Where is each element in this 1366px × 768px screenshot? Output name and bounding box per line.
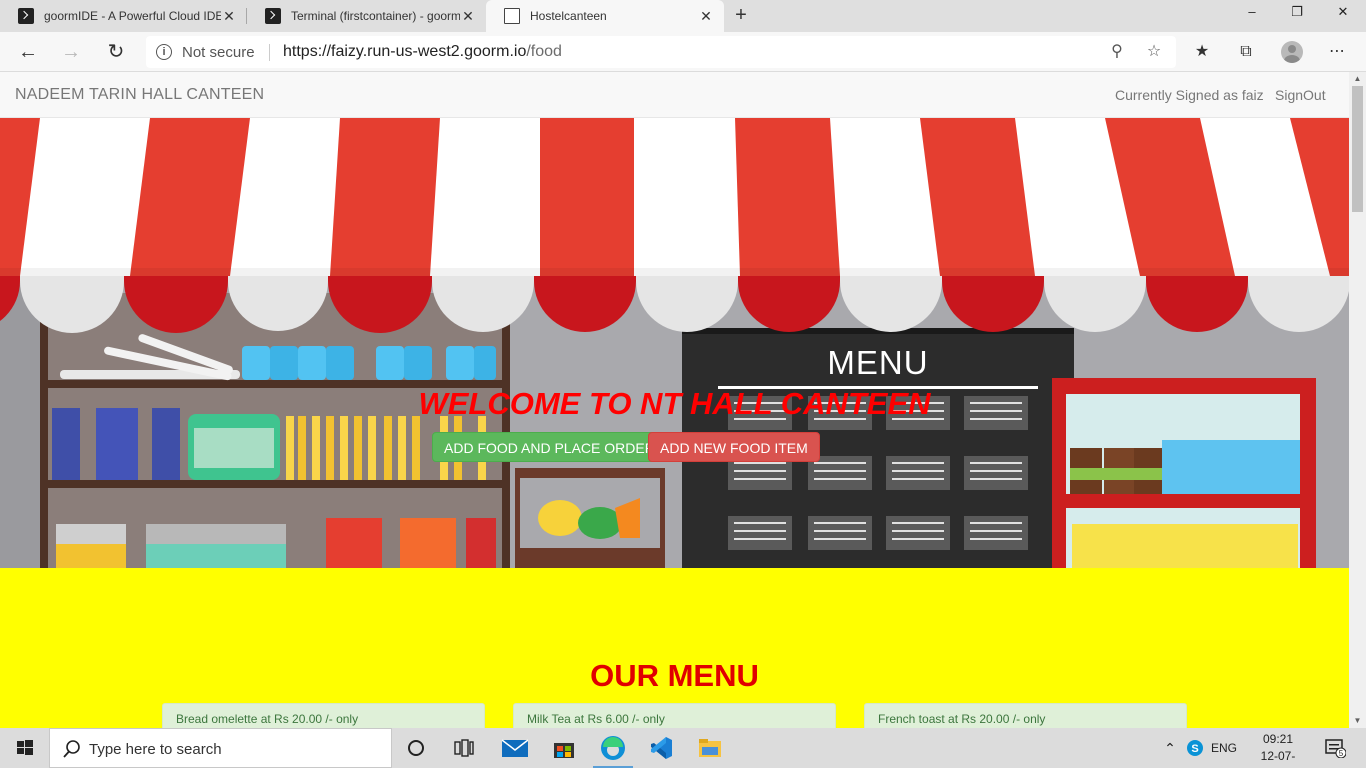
tab-title: Terminal (firstcontainer) - goorm bbox=[291, 9, 460, 23]
windows-logo-icon bbox=[17, 740, 33, 755]
clock-time: 09:21 bbox=[1262, 732, 1294, 746]
menu-item: Bread omelette at Rs 20.00 /- only bbox=[162, 703, 485, 728]
url-path: /food bbox=[526, 43, 562, 60]
favorites-icon[interactable]: ★ bbox=[1188, 38, 1216, 66]
menu-item: French toast at Rs 20.00 /- only bbox=[864, 703, 1187, 728]
url-host: https://faizy.run-us-west2.goorm.io bbox=[283, 43, 527, 60]
profile-avatar[interactable] bbox=[1278, 38, 1306, 66]
menu-item-label: Milk Tea at Rs 6.00 /- only bbox=[527, 712, 665, 726]
scroll-down-icon[interactable]: ▼ bbox=[1349, 714, 1366, 728]
avatar-icon bbox=[1281, 41, 1303, 63]
url-text[interactable]: https://faizy.run-us-west2.goorm.io/food bbox=[283, 43, 562, 61]
task-view-icon[interactable] bbox=[440, 728, 488, 768]
start-button[interactable] bbox=[0, 728, 48, 768]
menu-heading: OUR MENU bbox=[590, 658, 759, 693]
menu-section: OUR MENU Bread omelette at Rs 20.00 /- o… bbox=[0, 568, 1349, 728]
collections-icon[interactable]: ⧉ bbox=[1232, 38, 1260, 66]
tab-hostelcanteen[interactable]: Hostelcanteen ✕ bbox=[486, 0, 724, 32]
tab-goormide[interactable]: goormIDE - A Powerful Cloud IDE ✕ bbox=[0, 0, 247, 32]
new-tab-button[interactable]: + bbox=[730, 4, 752, 26]
terminal-icon bbox=[265, 8, 281, 24]
language-indicator[interactable]: ENG bbox=[1208, 728, 1240, 768]
add-new-food-button[interactable]: ADD NEW FOOD ITEM bbox=[648, 432, 820, 462]
mail-icon[interactable] bbox=[491, 728, 539, 768]
address-bar[interactable]: i Not secure https://faizy.run-us-west2.… bbox=[146, 36, 1176, 68]
cortana-icon[interactable] bbox=[392, 728, 440, 768]
signout-link[interactable]: SignOut bbox=[1275, 87, 1326, 103]
edge-icon[interactable] bbox=[589, 728, 637, 768]
close-window-icon[interactable]: ✕ bbox=[1320, 0, 1366, 26]
forward-icon[interactable]: → bbox=[57, 38, 85, 66]
scrollbar-thumb[interactable] bbox=[1352, 86, 1363, 212]
back-icon[interactable]: ← bbox=[14, 38, 42, 66]
tab-title: goormIDE - A Powerful Cloud IDE bbox=[44, 9, 221, 23]
shop-illustration: MENU bbox=[0, 118, 1349, 568]
favorite-star-icon[interactable]: ☆ bbox=[1143, 41, 1165, 63]
browser-tab-strip: goormIDE - A Powerful Cloud IDE ✕ Termin… bbox=[0, 0, 1366, 32]
show-hidden-icons[interactable]: ⌃ bbox=[1160, 728, 1180, 768]
page-scrollbar[interactable]: ▲ ▼ bbox=[1349, 72, 1366, 728]
search-icon bbox=[63, 740, 80, 758]
svg-text:S: S bbox=[1191, 743, 1198, 755]
signed-in-text[interactable]: Currently Signed as faiz bbox=[1115, 87, 1264, 103]
browser-toolbar: ← → ↻ i Not secure https://faizy.run-us-… bbox=[0, 32, 1366, 72]
more-menu-icon[interactable]: ⋯ bbox=[1323, 38, 1351, 66]
zoom-icon[interactable]: ⚲ bbox=[1106, 41, 1128, 63]
minimize-icon[interactable]: – bbox=[1229, 0, 1275, 26]
refresh-icon[interactable]: ↻ bbox=[102, 38, 130, 66]
page-icon bbox=[504, 8, 520, 24]
site-navbar: NADEEM TARIN HALL CANTEEN Currently Sign… bbox=[0, 72, 1349, 118]
store-icon[interactable] bbox=[540, 728, 588, 768]
not-secure-label[interactable]: Not secure bbox=[182, 44, 255, 61]
tab-terminal[interactable]: Terminal (firstcontainer) - goorm ✕ bbox=[247, 0, 486, 32]
clock-date: 12-07-2020 bbox=[1260, 749, 1296, 768]
scroll-up-icon[interactable]: ▲ bbox=[1349, 72, 1366, 86]
board-title: MENU bbox=[827, 344, 928, 381]
terminal-icon bbox=[18, 8, 34, 24]
system-clock[interactable]: 09:21 12-07-2020 bbox=[1248, 731, 1308, 768]
vscode-icon[interactable] bbox=[637, 728, 685, 768]
notification-center-icon[interactable]: 5 bbox=[1320, 728, 1350, 768]
page-viewport: NADEEM TARIN HALL CANTEEN Currently Sign… bbox=[0, 72, 1366, 728]
taskbar-search-box[interactable]: Type here to search bbox=[49, 728, 392, 768]
menu-item-label: Bread omelette at Rs 20.00 /- only bbox=[176, 712, 359, 726]
close-tab-icon[interactable]: ✕ bbox=[698, 8, 714, 25]
info-icon[interactable]: i bbox=[156, 44, 172, 60]
restore-icon[interactable]: ❐ bbox=[1274, 0, 1320, 26]
hero-banner: MENU WELCOME TO NT HALL CANTEEN ADD FOOD… bbox=[0, 118, 1349, 568]
welcome-heading: WELCOME TO NT HALL CANTEEN bbox=[418, 386, 931, 421]
skype-icon[interactable]: S bbox=[1184, 728, 1206, 768]
tab-title: Hostelcanteen bbox=[530, 9, 607, 23]
notification-count: 5 bbox=[1339, 749, 1344, 758]
search-placeholder: Type here to search bbox=[89, 741, 222, 758]
windows-taskbar: Type here to search ⌃ S ENG 09:21 12-07-… bbox=[0, 728, 1366, 768]
menu-item-label: French toast at Rs 20.00 /- only bbox=[878, 712, 1046, 726]
close-tab-icon[interactable]: ✕ bbox=[221, 8, 237, 25]
menu-item: Milk Tea at Rs 6.00 /- only bbox=[513, 703, 836, 728]
close-tab-icon[interactable]: ✕ bbox=[460, 8, 476, 25]
divider bbox=[269, 44, 270, 61]
site-brand[interactable]: NADEEM TARIN HALL CANTEEN bbox=[15, 86, 264, 104]
add-food-order-button[interactable]: ADD FOOD AND PLACE ORDER bbox=[432, 432, 667, 462]
file-explorer-icon[interactable] bbox=[686, 728, 734, 768]
